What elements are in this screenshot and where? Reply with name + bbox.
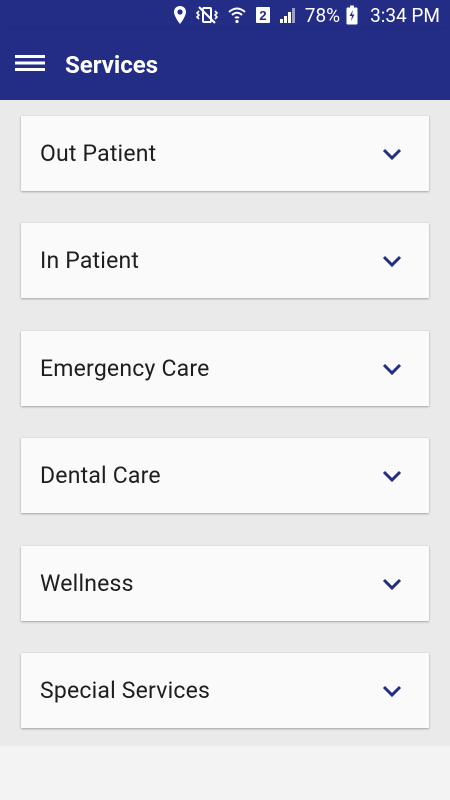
clock: 3:34 PM [370,3,440,27]
service-label: Wellness [40,570,134,597]
service-label: In Patient [40,247,140,274]
chevron-down-icon[interactable] [381,465,403,487]
services-list: Out Patient In Patient Emergency Care De… [0,100,450,746]
status-bar: 2 78% 3:34 PM [0,0,450,30]
wifi-icon [227,5,247,25]
sim-slot-number: 2 [259,8,266,23]
chevron-down-icon[interactable] [381,250,403,272]
app-bar: Services [0,30,450,100]
bottom-spacer [0,746,450,800]
location-icon [173,5,187,25]
sim-icon: 2 [255,5,271,25]
menu-button[interactable] [0,30,60,100]
screen: 2 78% 3:34 PM Services Out Patient In Pa… [0,0,450,800]
service-item-dental-care[interactable]: Dental Care [21,438,429,513]
chevron-down-icon[interactable] [381,680,403,702]
battery-percentage: 78% [304,3,341,27]
service-label: Emergency Care [40,355,210,382]
chevron-down-icon[interactable] [381,573,403,595]
chevron-down-icon[interactable] [381,143,403,165]
service-item-emergency-care[interactable]: Emergency Care [21,331,429,406]
hamburger-menu-icon [15,53,45,77]
service-label: Special Services [40,677,211,704]
battery-icon [346,5,358,25]
service-item-special-services[interactable]: Special Services [21,653,429,728]
page-title: Services [65,51,159,79]
service-item-out-patient[interactable]: Out Patient [21,116,429,191]
vibrate-mute-icon [195,5,219,25]
service-label: Out Patient [40,140,157,167]
signal-icon [279,5,297,25]
service-item-in-patient[interactable]: In Patient [21,223,429,298]
chevron-down-icon[interactable] [381,358,403,380]
service-label: Dental Care [40,462,161,489]
service-item-wellness[interactable]: Wellness [21,546,429,621]
